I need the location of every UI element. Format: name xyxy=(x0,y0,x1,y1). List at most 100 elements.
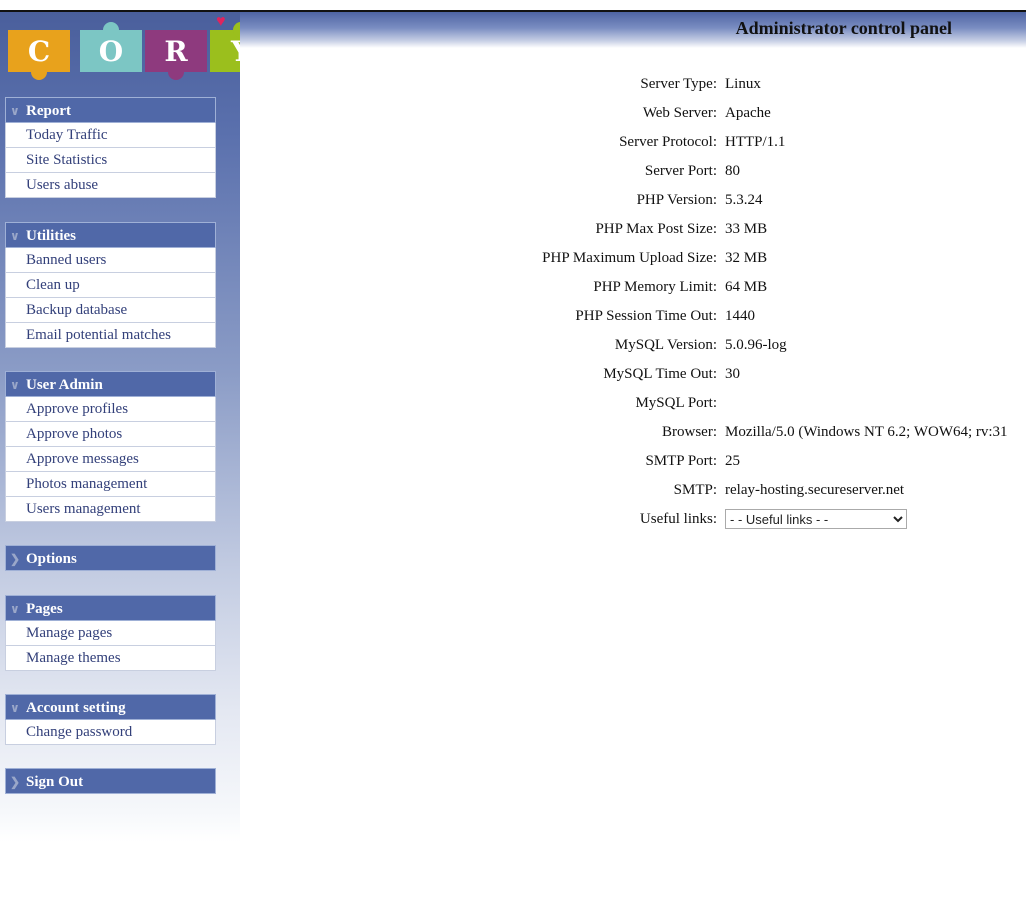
info-row: SMTP Port: 25 xyxy=(500,449,1026,478)
sidebar-item-manage-pages[interactable]: Manage pages xyxy=(6,621,215,645)
menu-header-label: Report xyxy=(26,103,71,119)
logo-puzzle-piece: R xyxy=(145,30,207,80)
svg-text:C: C xyxy=(28,35,50,68)
menu-header-user-admin[interactable]: ∨ User Admin xyxy=(5,371,216,397)
info-label: PHP Maximum Upload Size: xyxy=(542,250,717,266)
info-value: Apache xyxy=(725,105,771,121)
heart-icon: ♥ xyxy=(216,13,226,30)
menu-section-user-admin: ∨ User Admin Approve profiles Approve photo… xyxy=(5,371,216,522)
site-logo[interactable]: C O R Y♥ xyxy=(0,12,240,82)
sidebar-item-email-potential-matches[interactable]: Email potential matches xyxy=(6,322,215,347)
sidebar-item-users-management[interactable]: Users management xyxy=(6,496,215,521)
info-label: PHP Memory Limit: xyxy=(593,279,717,295)
sidebar-item-today-traffic[interactable]: Today Traffic xyxy=(6,123,215,147)
menu-header-label: Sign Out xyxy=(26,774,84,790)
chevron-right-icon: ❯ xyxy=(10,552,21,566)
menu-header-sign-out[interactable]: ❯ Sign Out xyxy=(5,768,216,794)
menu-section-options: ❯ Options xyxy=(5,545,216,571)
svg-text:Y: Y xyxy=(230,35,240,68)
info-value: HTTP/1.1 xyxy=(725,134,786,150)
useful-links-select[interactable]: - - Useful links - - xyxy=(725,509,907,529)
menu-section-account-setting: ∨ Account setting Change password xyxy=(5,694,216,745)
info-value: Linux xyxy=(725,76,761,92)
info-label: Server Protocol: xyxy=(619,134,717,150)
info-row: MySQL Time Out: 30 xyxy=(500,362,1026,391)
menu-items: Change password xyxy=(5,720,216,745)
page-title: Administrator control panel xyxy=(735,18,952,38)
info-label: PHP Max Post Size: xyxy=(595,221,717,237)
info-label: MySQL Version: xyxy=(614,337,717,353)
info-label: PHP Session Time Out: xyxy=(575,308,717,324)
info-row: SMTP: relay-hosting.secureserver.net xyxy=(500,478,1026,507)
info-row: MySQL Version: 5.0.96-log xyxy=(500,333,1026,362)
menu-header-utilities[interactable]: ∨ Utilities xyxy=(5,222,216,248)
chevron-down-icon: ∨ xyxy=(10,104,20,118)
info-value: relay-hosting.secureserver.net xyxy=(725,482,905,498)
info-label: Web Server: xyxy=(642,105,717,121)
info-value: 33 MB xyxy=(725,221,768,237)
menu-header-label: Utilities xyxy=(26,228,76,244)
info-value: 32 MB xyxy=(725,250,768,266)
chevron-down-icon: ∨ xyxy=(10,378,20,392)
menu-section-report: ∨ Report Today Traffic Site Statistics Users… xyxy=(5,97,216,198)
info-row: PHP Max Post Size: 33 MB xyxy=(500,217,1026,246)
info-row: PHP Version: 5.3.24 xyxy=(500,188,1026,217)
menu-items: Manage pages Manage themes xyxy=(5,621,216,671)
logo-puzzle-piece: C xyxy=(8,30,70,80)
info-value: 64 MB xyxy=(725,279,768,295)
info-row: PHP Session Time Out: 1440 xyxy=(500,304,1026,333)
menu-header-label: User Admin xyxy=(26,377,103,393)
info-row: MySQL Port: xyxy=(500,391,1026,420)
chevron-down-icon: ∨ xyxy=(10,602,20,616)
menu-header-label: Pages xyxy=(26,601,63,617)
sidebar-item-change-password[interactable]: Change password xyxy=(6,720,215,744)
info-value: 5.3.24 xyxy=(725,192,763,208)
menu-header-pages[interactable]: ∨ Pages xyxy=(5,595,216,621)
menu-header-label: Options xyxy=(26,551,77,567)
menu-header-report[interactable]: ∨ Report xyxy=(5,97,216,123)
info-label: Browser: xyxy=(662,424,717,440)
menu-section-utilities: ∨ Utilities Banned users Clean up Backup dat… xyxy=(5,222,216,348)
sidebar-item-site-statistics[interactable]: Site Statistics xyxy=(6,147,215,172)
info-value: 25 xyxy=(725,453,740,469)
info-row: PHP Memory Limit: 64 MB xyxy=(500,275,1026,304)
page-header: Administrator control panel xyxy=(240,12,1026,48)
useful-links-row: Useful links: - - Useful links - - xyxy=(500,507,1026,536)
info-label: MySQL Port: xyxy=(635,395,717,411)
info-label: Server Type: xyxy=(640,76,717,92)
info-row: Server Port: 80 xyxy=(500,159,1026,188)
sidebar-item-backup-database[interactable]: Backup database xyxy=(6,297,215,322)
info-row: Server Type: Linux xyxy=(500,72,1026,101)
info-label: Useful links: xyxy=(639,511,717,527)
chevron-down-icon: ∨ xyxy=(10,229,20,243)
info-label: SMTP Port: xyxy=(645,453,717,469)
menu-header-label: Account setting xyxy=(26,700,126,716)
menu-items: Today Traffic Site Statistics Users abuse xyxy=(5,123,216,198)
logo-puzzle-piece: O xyxy=(80,22,142,72)
sidebar-item-photos-management[interactable]: Photos management xyxy=(6,471,215,496)
sidebar-item-approve-messages[interactable]: Approve messages xyxy=(6,446,215,471)
chevron-right-icon: ❯ xyxy=(10,775,21,789)
menu-items: Approve profiles Approve photos Approve me… xyxy=(5,397,216,522)
menu-items: Banned users Clean up Backup database Email… xyxy=(5,248,216,348)
menu-section-pages: ∨ Pages Manage pages Manage themes xyxy=(5,595,216,671)
info-row: PHP Maximum Upload Size: 32 MB xyxy=(500,246,1026,275)
info-row: Web Server: Apache xyxy=(500,101,1026,130)
svg-text:R: R xyxy=(164,35,188,68)
menu-header-options[interactable]: ❯ Options xyxy=(5,545,216,571)
sidebar-item-approve-photos[interactable]: Approve photos xyxy=(6,421,215,446)
info-value: 30 xyxy=(725,366,740,382)
info-row: Browser: Mozilla/5.0 (Windows NT 6.2; WOW… xyxy=(500,420,1026,449)
menu-header-account-setting[interactable]: ∨ Account setting xyxy=(5,694,216,720)
chevron-down-icon: ∨ xyxy=(10,701,20,715)
menu-section-sign-out: ❯ Sign Out xyxy=(5,768,216,794)
info-value: Mozilla/5.0 (Windows NT 6.2; WOW64; rv:3… xyxy=(725,424,1008,440)
info-row: Server Protocol: HTTP/1.1 xyxy=(500,130,1026,159)
sidebar-item-manage-themes[interactable]: Manage themes xyxy=(6,645,215,670)
sidebar-item-users-abuse[interactable]: Users abuse xyxy=(6,172,215,197)
sidebar-item-approve-profiles[interactable]: Approve profiles xyxy=(6,397,215,421)
info-label: PHP Version: xyxy=(636,192,717,208)
sidebar-item-banned-users[interactable]: Banned users xyxy=(6,248,215,272)
info-value: 5.0.96-log xyxy=(725,337,787,353)
sidebar-item-clean-up[interactable]: Clean up xyxy=(6,272,215,297)
